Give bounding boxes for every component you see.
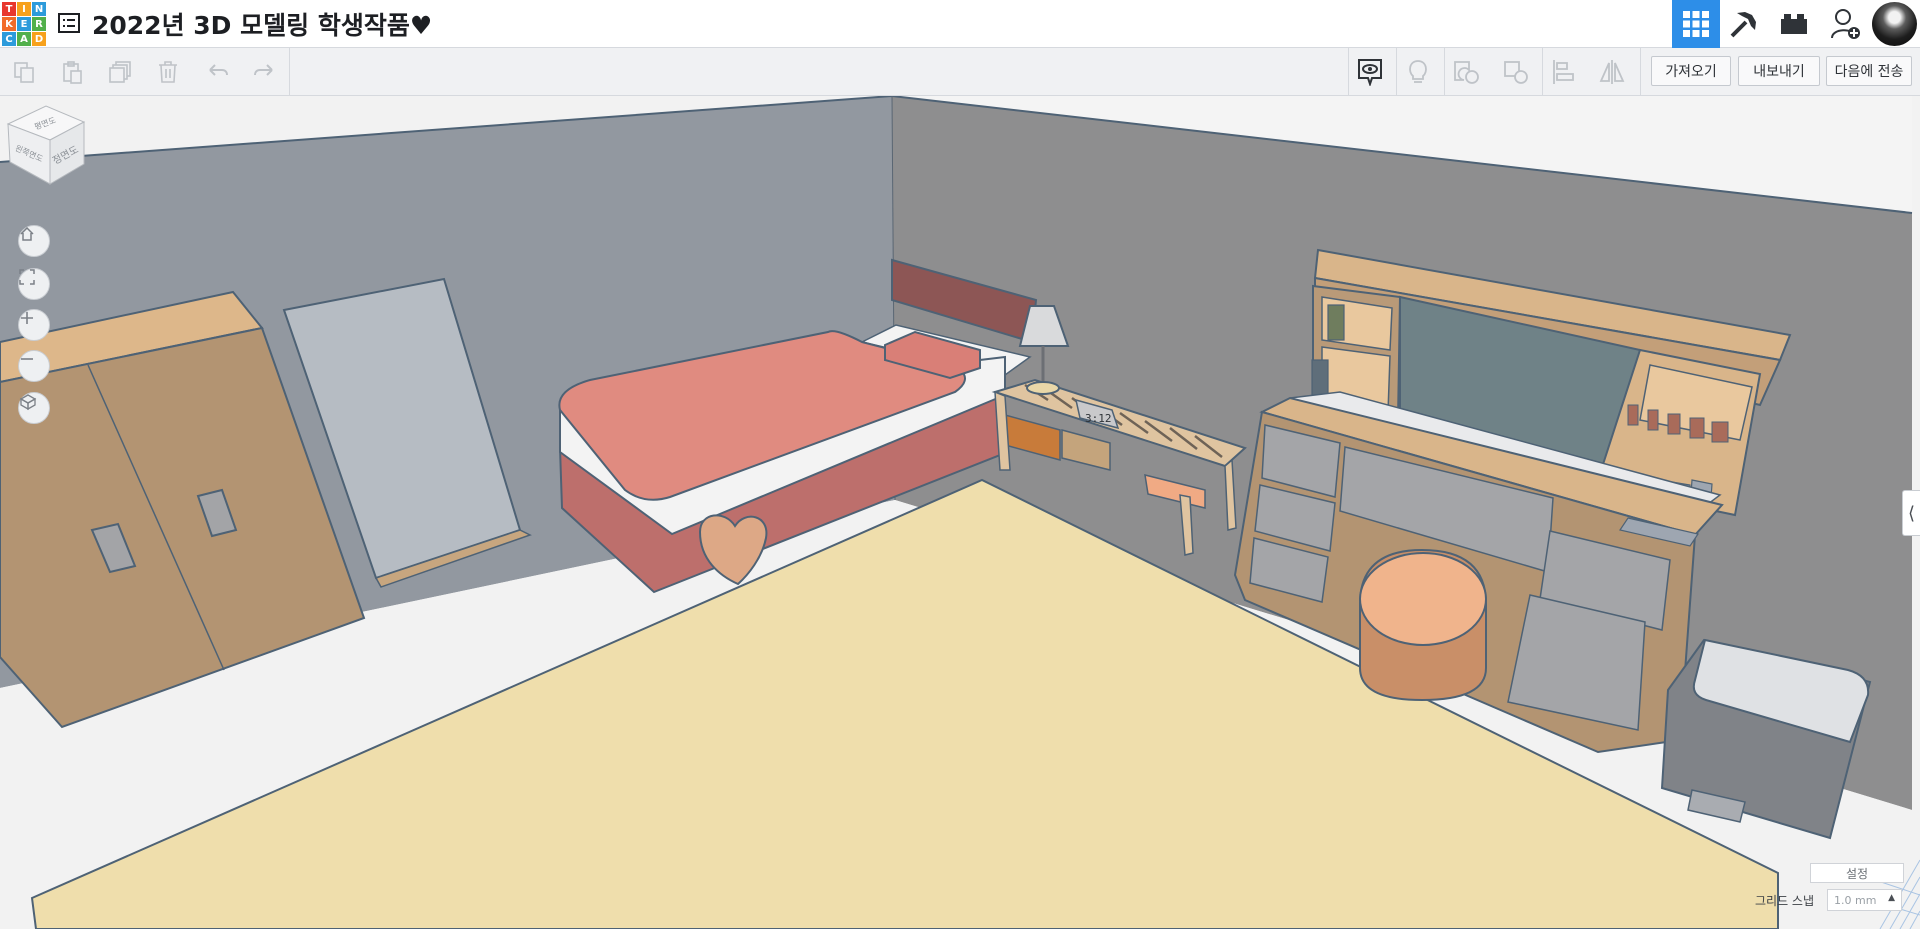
zoom-in-icon — [21, 312, 33, 324]
undo-icon — [209, 64, 228, 76]
ungroup-button[interactable] — [1498, 56, 1534, 88]
toolbar-separator — [1348, 48, 1349, 96]
fit-view-button[interactable] — [18, 268, 50, 300]
bricks-view-button[interactable] — [1770, 0, 1818, 48]
logo-letter: A — [17, 32, 31, 46]
settings-button[interactable]: 설정 — [1810, 863, 1904, 883]
collapse-panel-handle[interactable]: ⟨ — [1902, 490, 1920, 536]
delete-icon — [159, 61, 177, 83]
lightbulb-button[interactable] — [1400, 56, 1436, 88]
3d-scene[interactable]: 3:12 — [0, 96, 1920, 929]
workplane-canvas[interactable]: 3:12 평면도 왼쪽면도 정면도 ⟨ 설정 그리드 스냅 1.0 mm ▲ — [0, 96, 1920, 929]
align-icon — [1553, 60, 1574, 84]
logo-letter: R — [32, 17, 46, 31]
toolbar-separator — [289, 48, 290, 96]
import-button[interactable]: 가져오기 — [1651, 56, 1731, 86]
toolbar-separator — [1640, 48, 1641, 96]
mirror-icon — [1599, 60, 1625, 84]
add-user-icon — [1831, 9, 1860, 39]
fit-icon — [19, 269, 35, 285]
paste-icon — [63, 61, 82, 84]
group-icon — [1454, 61, 1479, 84]
3d-design-grid-icon — [1683, 11, 1709, 37]
minecraft-view-button[interactable] — [1720, 0, 1768, 48]
logo-letter: K — [2, 17, 16, 31]
view-cube[interactable]: 평면도 왼쪽면도 정면도 — [0, 96, 92, 188]
toolbar-separator — [1444, 48, 1445, 96]
notes-icon — [1358, 59, 1382, 86]
redo-icon — [254, 64, 273, 76]
mirror-button[interactable] — [1594, 56, 1630, 88]
duplicate-icon — [109, 61, 131, 83]
bricks-icon — [1781, 14, 1807, 34]
design-title[interactable]: 2022년 3D 모델링 학생작품♥ — [92, 6, 432, 42]
logo-letter: I — [17, 2, 31, 16]
duplicate-button[interactable] — [102, 56, 138, 88]
delete-button[interactable] — [150, 56, 186, 88]
logo-letter: D — [32, 32, 46, 46]
zoom-in-button[interactable] — [18, 309, 50, 341]
paste-button[interactable] — [54, 56, 90, 88]
grid-snap-label: 그리드 스냅 — [1755, 894, 1815, 908]
export-button[interactable]: 내보내기 — [1738, 56, 1820, 86]
ungroup-icon — [1504, 61, 1528, 84]
redo-button[interactable] — [246, 56, 282, 88]
zoom-out-button[interactable] — [18, 350, 50, 382]
home-icon — [20, 226, 34, 241]
design-list-icon[interactable] — [58, 12, 80, 34]
notes-button[interactable] — [1352, 56, 1388, 88]
stool[interactable] — [1359, 548, 1487, 702]
send-to-button[interactable]: 다음에 전송 — [1826, 56, 1912, 86]
3d-design-view-button[interactable] — [1672, 0, 1720, 48]
invite-user-button[interactable] — [1822, 0, 1870, 48]
logo-letter: N — [32, 2, 46, 16]
undo-button[interactable] — [200, 56, 236, 88]
copy-button[interactable] — [6, 56, 42, 88]
caret-up-icon: ▲ — [1888, 893, 1895, 903]
align-button[interactable] — [1546, 56, 1582, 88]
chevron-left-icon: ⟨ — [1907, 502, 1916, 524]
clock-display: 3:12 — [1085, 412, 1112, 425]
lightbulb-icon — [1409, 60, 1427, 83]
top-bar: TIN KER CAD 2022년 3D 모델링 학생작품♥ — [0, 0, 1920, 48]
user-avatar[interactable] — [1872, 2, 1917, 46]
copy-icon — [14, 62, 34, 83]
perspective-toggle-button[interactable] — [18, 392, 50, 424]
minecraft-pickaxe-icon — [1730, 12, 1756, 38]
tinkercad-logo[interactable]: TIN KER CAD — [2, 2, 47, 46]
logo-letter: C — [2, 32, 16, 46]
toolbar-separator — [1396, 48, 1397, 96]
perspective-icon — [19, 394, 37, 411]
group-button[interactable] — [1448, 56, 1484, 88]
toolbar-separator — [1542, 48, 1543, 96]
grid-snap-value: 1.0 mm — [1834, 893, 1877, 907]
home-view-button[interactable] — [18, 225, 50, 257]
editing-toolbar: 가져오기 내보내기 다음에 전송 — [0, 48, 1920, 96]
grid-snap-select[interactable]: 1.0 mm ▲ — [1827, 889, 1902, 911]
logo-letter: E — [17, 17, 31, 31]
logo-letter: T — [2, 2, 16, 16]
zoom-out-icon — [21, 358, 33, 360]
